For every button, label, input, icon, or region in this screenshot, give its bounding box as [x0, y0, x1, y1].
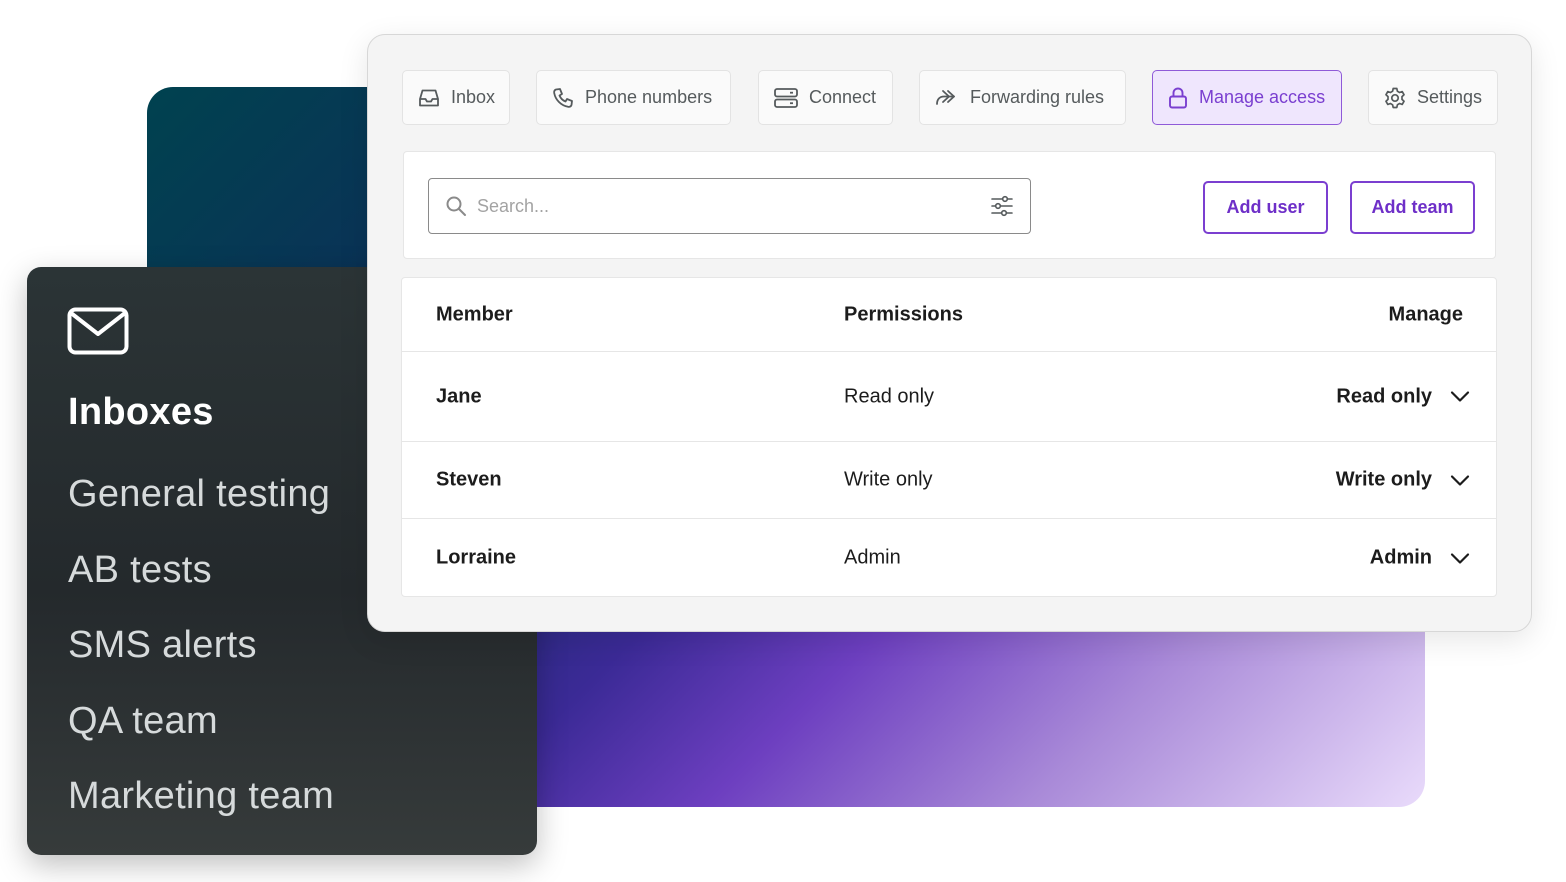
member-name: Lorraine [436, 546, 517, 569]
permission-value: Write only [844, 468, 933, 491]
chevron-down-icon [1450, 474, 1470, 486]
tab-label: Forwarding rules [970, 87, 1105, 107]
chevron-down-icon [1450, 391, 1470, 402]
search-toolbar: Add user Add team [403, 151, 1496, 259]
column-header-member: Member [436, 303, 513, 325]
sidebar-title: Inboxes [68, 391, 214, 433]
search-field[interactable] [428, 178, 1031, 234]
permission-value: Admin [844, 546, 901, 569]
tab-phone-numbers[interactable]: Phone numbers [536, 70, 731, 125]
tab-label: Connect [809, 87, 877, 107]
phone-icon [553, 87, 573, 108]
forward-arrow-icon [936, 89, 955, 105]
tab-label: Settings [1417, 87, 1483, 107]
tab-label: Inbox [451, 87, 496, 107]
filter-sliders-icon[interactable] [990, 194, 1014, 218]
server-icon [774, 87, 798, 108]
dropdown-value: Admin [1369, 546, 1432, 569]
tab-connect[interactable]: Connect [758, 70, 893, 125]
tab-label: Phone numbers [585, 87, 713, 107]
member-name: Jane [436, 385, 482, 407]
sidebar-item-marketing-team[interactable]: Marketing team [68, 771, 334, 847]
manage-permission-dropdown[interactable]: Write only [1336, 469, 1470, 492]
mail-icon [67, 307, 129, 355]
permission-value: Read only [844, 385, 935, 407]
tab-inbox[interactable]: Inbox [402, 70, 510, 125]
table-row: Steven Write only Write only [402, 442, 1496, 519]
members-table: Member Permissions Manage Jane Read only… [401, 277, 1497, 597]
manage-permission-dropdown[interactable]: Read only [1336, 385, 1470, 408]
manage-permission-dropdown[interactable]: Admin [1370, 547, 1470, 570]
lock-icon [1169, 87, 1187, 108]
sidebar-item-qa-team[interactable]: QA team [68, 696, 334, 772]
sidebar-item-ab-tests[interactable]: AB tests [68, 545, 334, 621]
table-header-row: Member Permissions Manage [402, 278, 1496, 352]
search-icon [446, 196, 466, 216]
tab-manage-access[interactable]: Manage access [1152, 70, 1342, 125]
tab-settings[interactable]: Settings [1368, 70, 1498, 125]
inbox-tray-icon [419, 89, 439, 106]
tab-forwarding-rules[interactable]: Forwarding rules [919, 70, 1126, 125]
gear-icon [1385, 87, 1405, 108]
tab-label: Manage access [1199, 87, 1326, 107]
inbox-list: General testing AB tests SMS alerts QA t… [68, 469, 334, 847]
table-row: Jane Read only Read only [402, 352, 1496, 442]
member-name: Steven [436, 468, 502, 491]
dropdown-value: Write only [1335, 468, 1432, 491]
sidebar-item-sms-alerts[interactable]: SMS alerts [68, 620, 334, 696]
column-header-permissions: Permissions [844, 303, 963, 325]
chevron-down-icon [1450, 552, 1470, 564]
search-input[interactable] [477, 195, 990, 217]
sidebar-item-general-testing[interactable]: General testing [68, 469, 334, 545]
manage-access-panel: Inbox Phone numbers Connect Forwarding r… [367, 34, 1532, 632]
dropdown-value: Read only [1336, 385, 1432, 407]
table-row: Lorraine Admin Admin [402, 519, 1496, 597]
add-user-button[interactable]: Add user [1203, 181, 1328, 234]
column-header-manage: Manage [1388, 303, 1463, 325]
add-team-button[interactable]: Add team [1350, 181, 1475, 234]
